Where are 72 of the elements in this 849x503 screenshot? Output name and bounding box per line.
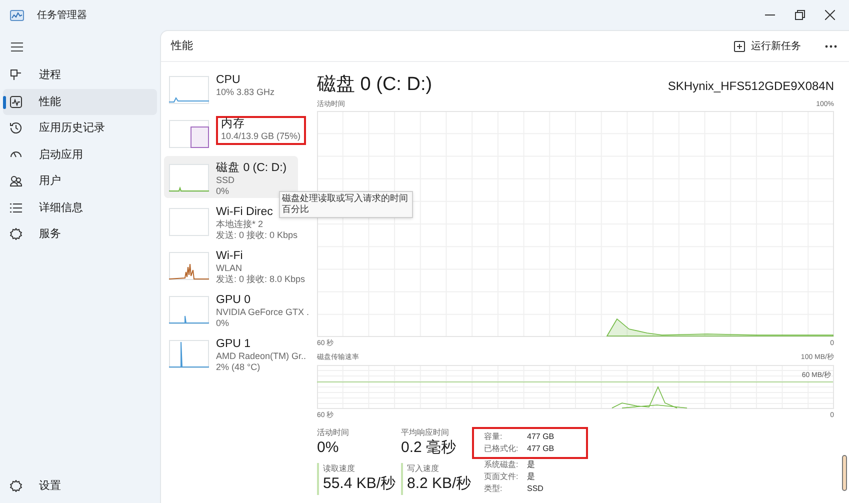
stat-label: 写入速度 bbox=[407, 463, 440, 474]
sidebar-item[interactable]: 启动应用 bbox=[3, 142, 157, 168]
users-icon bbox=[10, 175, 22, 188]
sidebar-item[interactable]: 用户 bbox=[3, 168, 157, 194]
device-info: 发送: 0 接收: 8.0 Kbps bbox=[216, 274, 306, 284]
device-info: 2% (48 °C) bbox=[216, 362, 260, 372]
property-label: 类型: bbox=[484, 483, 504, 495]
new-task-icon bbox=[734, 40, 745, 52]
page-title: 性能 bbox=[171, 38, 193, 54]
device-info: AMD Radeon(TM) Gr.. bbox=[216, 351, 306, 362]
device-name: 内存 bbox=[221, 118, 245, 132]
more-icon[interactable] bbox=[825, 44, 837, 48]
thumbnail-graph bbox=[169, 164, 209, 192]
property-value: 477 GB bbox=[527, 431, 554, 443]
thumbnail-graph bbox=[169, 76, 209, 104]
device-info: 10% 3.83 GHz bbox=[216, 87, 275, 98]
sidebar-item[interactable]: 进程 bbox=[3, 62, 157, 88]
device-info: 本地连接* 2 bbox=[216, 219, 264, 230]
gear-icon bbox=[10, 228, 22, 240]
stat-value: 8.2 KB/秒 bbox=[407, 474, 471, 493]
sidebar-item[interactable]: 服务 bbox=[3, 221, 157, 248]
stat-label: 读取速度 bbox=[323, 463, 356, 474]
settings-item[interactable]: 设置 bbox=[3, 473, 157, 499]
thumbnail-graph bbox=[169, 120, 209, 148]
device-name: Wi-Fi Direc bbox=[216, 206, 273, 220]
device-info: WLAN bbox=[216, 263, 242, 274]
sidebar-item[interactable]: 详细信息 bbox=[3, 194, 157, 221]
scrollbar-thumb[interactable] bbox=[842, 455, 847, 491]
device-name: Wi-Fi bbox=[216, 250, 243, 264]
disk-title: 磁盘 0 (C: D:) bbox=[317, 73, 432, 97]
property-value: 是 bbox=[527, 471, 535, 483]
stat-label: 活动时间 bbox=[317, 427, 350, 438]
sidebar-item[interactable]: 应用历史记录 bbox=[3, 115, 157, 142]
sidebar-item[interactable]: 性能 bbox=[3, 88, 157, 115]
device-info: SSD bbox=[216, 175, 235, 186]
window-title: 任务管理器 bbox=[37, 8, 87, 22]
property-label: 已格式化: bbox=[484, 443, 520, 455]
property-label: 页面文件: bbox=[484, 471, 520, 483]
property-value: 477 GB bbox=[527, 443, 554, 455]
grid-icon bbox=[10, 69, 22, 82]
property-value: SSD bbox=[527, 483, 544, 495]
close-icon[interactable] bbox=[825, 10, 835, 20]
device-info: 0% bbox=[216, 186, 230, 196]
property-value: 是 bbox=[527, 459, 535, 471]
list-icon bbox=[10, 202, 22, 214]
device-name: 磁盘 0 (C: D:) bbox=[216, 162, 287, 176]
device-info: 10.4/13.9 GB (75%) bbox=[221, 131, 301, 142]
chart-icon bbox=[10, 96, 22, 108]
history-icon bbox=[10, 122, 22, 134]
stat-value: 55.4 KB/秒 bbox=[323, 474, 397, 493]
device-info: 发送: 0 接收: 0 Kbps bbox=[216, 230, 298, 240]
run-task-button[interactable]: 运行新任务 bbox=[730, 36, 805, 56]
property-label: 容量: bbox=[484, 431, 504, 443]
thumbnail-graph bbox=[169, 296, 209, 324]
stat-value: 0.2 毫秒 bbox=[401, 438, 458, 457]
device-info: 0% bbox=[216, 318, 230, 328]
restore-icon[interactable] bbox=[795, 10, 805, 20]
app-icon bbox=[10, 10, 24, 20]
thumbnail-graph bbox=[169, 340, 209, 368]
property-label: 系统磁盘: bbox=[484, 459, 520, 471]
thumbnail-graph bbox=[169, 208, 209, 236]
device-name: GPU 0 bbox=[216, 294, 251, 308]
device-name: CPU bbox=[216, 74, 240, 88]
disk-model: SKHynix_HFS512GDE9X084N bbox=[668, 78, 834, 95]
thumbnail-graph bbox=[169, 252, 209, 280]
device-info: NVIDIA GeForce GTX . bbox=[216, 307, 310, 318]
stat-value: 0% bbox=[317, 438, 340, 457]
stat-label: 平均响应时间 bbox=[401, 427, 450, 438]
settings-icon bbox=[10, 480, 22, 492]
menu-icon[interactable] bbox=[11, 42, 23, 52]
tooltip: 磁盘处理读取或写入请求的时间百分比 bbox=[279, 191, 413, 218]
device-name: GPU 1 bbox=[216, 338, 251, 352]
